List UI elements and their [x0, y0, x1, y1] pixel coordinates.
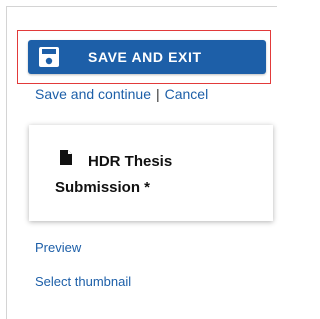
save-and-exit-label: SAVE AND EXIT [88, 49, 202, 65]
cancel-link[interactable]: Cancel [165, 86, 209, 102]
secondary-actions: Save and continue | Cancel [35, 86, 208, 102]
select-thumbnail-link[interactable]: Select thumbnail [35, 274, 131, 289]
submission-card[interactable]: HDR Thesis Submission * [29, 125, 273, 221]
floppy-disk-icon [39, 47, 59, 67]
link-separator: | [155, 86, 160, 102]
card-title: HDR Thesis Submission * [55, 153, 173, 196]
save-and-exit-button[interactable]: SAVE AND EXIT [28, 40, 266, 74]
preview-link[interactable]: Preview [35, 240, 81, 255]
save-and-continue-link[interactable]: Save and continue [35, 86, 151, 102]
